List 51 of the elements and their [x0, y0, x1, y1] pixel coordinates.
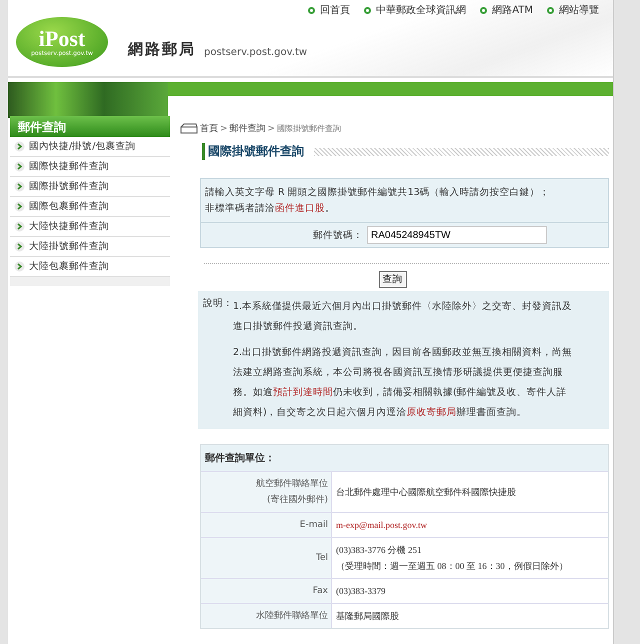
query-button[interactable]: 查詢 — [378, 271, 406, 288]
breadcrumb-link[interactable]: 首頁 — [200, 122, 218, 135]
top-nav-link[interactable]: 網站導覽 — [547, 3, 599, 17]
sidebar-item[interactable]: 大陸快捷郵件查詢 — [10, 217, 170, 237]
breadcrumb-separator: > — [220, 124, 228, 134]
sidebar-item[interactable]: 大陸包裹郵件查詢 — [10, 257, 170, 277]
note-text: 1.本系統僅提供最近六個月內出口掛號郵件〈水陸除外〉之交寄、封發資訊及進口掛號郵件投遞資訊查詢。 — [233, 300, 573, 334]
chevron-icon — [14, 241, 25, 252]
note-text: 2.出口掛號郵件網路投遞資訊查詢，因目前各國郵政並無互換相關資料，尚無法建立網路查詢系統，本公司將視各國資訊互換情形研議提供更便捷查詢服務。如逾預計到達時間仍未收到，請備妥相關執據(郵件編號及收、寄件人詳細資料)，自交寄之次日起六個月內逕洽原收寄郵局辦理書面查詢。 — [233, 346, 573, 420]
chevron-icon — [14, 181, 25, 192]
table-cell-text: (03)383-3776 分機 251 — [336, 544, 422, 557]
field-label: 郵件號碼： — [312, 228, 363, 242]
table-cell-text: 台北郵件處理中心國際航空郵件科國際快捷股 — [336, 486, 517, 499]
email-link[interactable]: m-exp@mail.post.gov.tw — [336, 517, 604, 533]
table-cell: 水陸郵件聯絡單位 — [201, 604, 331, 628]
table-cell: E-mail — [201, 513, 331, 537]
notes-label: 說明： — [203, 297, 233, 311]
site-domain: postserv.post.gov.tw — [204, 47, 308, 58]
text-link[interactable]: 預計到達時間 — [273, 387, 333, 398]
table-cell: 航空郵件聯絡單位 (寄往國外郵件) — [201, 472, 331, 512]
table-cell-text: （受理時間：週一至週五 08：00 至 16：30，例假日除外） — [336, 560, 569, 573]
chevron-icon — [14, 161, 25, 172]
sidebar-item[interactable]: 國際包裹郵件查詢 — [10, 197, 170, 217]
chevron-icon — [14, 141, 25, 152]
sidebar-item[interactable]: 國際掛號郵件查詢 — [10, 177, 170, 197]
top-nav-link[interactable]: 回首頁 — [308, 3, 350, 17]
text-link[interactable]: 原收寄郵局 — [406, 407, 457, 418]
chevron-icon — [14, 201, 25, 212]
chevron-icon — [14, 261, 25, 272]
instruction-text: 請輸入英文字母 R 開頭之國際掛號郵件編號共13碼（輸入時請勿按空白鍵）； — [205, 186, 551, 199]
top-nav-link[interactable]: 中華郵政全球資訊網 — [364, 3, 466, 17]
top-nav-link[interactable]: 網路ATM — [480, 3, 533, 17]
page-title: 國際掛號郵件查詢 — [202, 143, 304, 160]
table-cell: Fax — [201, 579, 331, 603]
table-cell: Tel — [201, 538, 331, 578]
breadcrumb-link[interactable]: 國際掛號郵件查詢 — [277, 123, 342, 134]
chevron-icon — [14, 221, 25, 232]
breadcrumb-link[interactable]: 郵件查詢 — [230, 122, 266, 135]
breadcrumb-separator: > — [268, 124, 276, 134]
table-cell-text: 基隆郵局國際股 — [336, 610, 400, 623]
table-cell-text: (03)383-3379 — [336, 585, 386, 598]
sidebar-item[interactable]: 國際快捷郵件查詢 — [10, 157, 170, 177]
site-title: 網路郵局 — [128, 40, 196, 59]
text-link[interactable]: 函件進口股 — [275, 203, 325, 214]
tracking-number-field[interactable]: RA045248945TW — [367, 226, 547, 244]
instruction-text: 非標準碼者請洽函件進口股。 — [205, 202, 336, 215]
home-icon — [180, 123, 198, 134]
sidebar-title: 郵件查詢 — [10, 116, 170, 137]
contacts-title: 郵件查詢單位： — [201, 445, 608, 471]
sidebar-item[interactable]: 大陸掛號郵件查詢 — [10, 237, 170, 257]
sidebar-item[interactable]: 國內快捷/掛號/包裹查詢 — [10, 137, 170, 157]
